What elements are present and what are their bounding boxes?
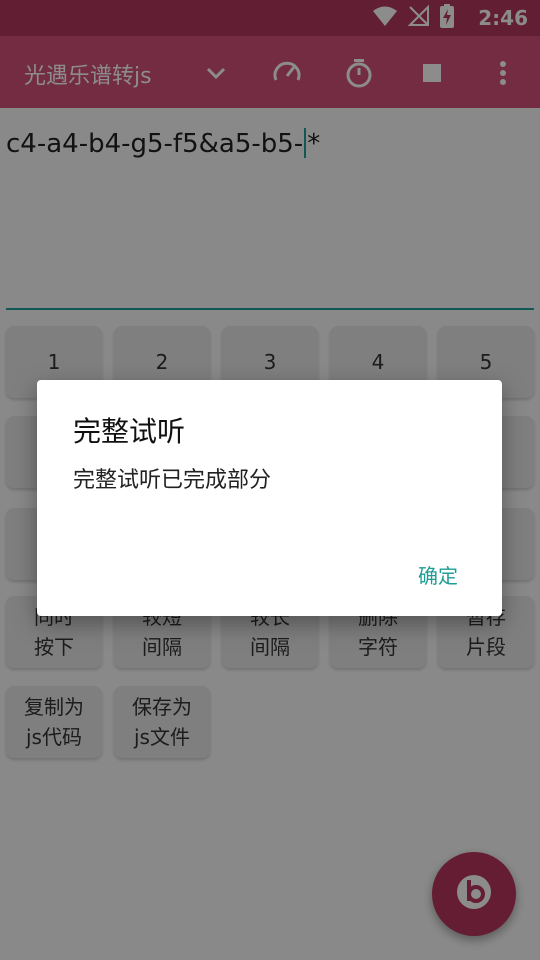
preview-dialog: 完整试听 完整试听已完成部分 确定 <box>37 380 502 616</box>
dialog-title: 完整试听 <box>73 415 186 448</box>
dialog-confirm-button[interactable]: 确定 <box>418 560 458 589</box>
dialog-message: 完整试听已完成部分 <box>73 468 272 493</box>
